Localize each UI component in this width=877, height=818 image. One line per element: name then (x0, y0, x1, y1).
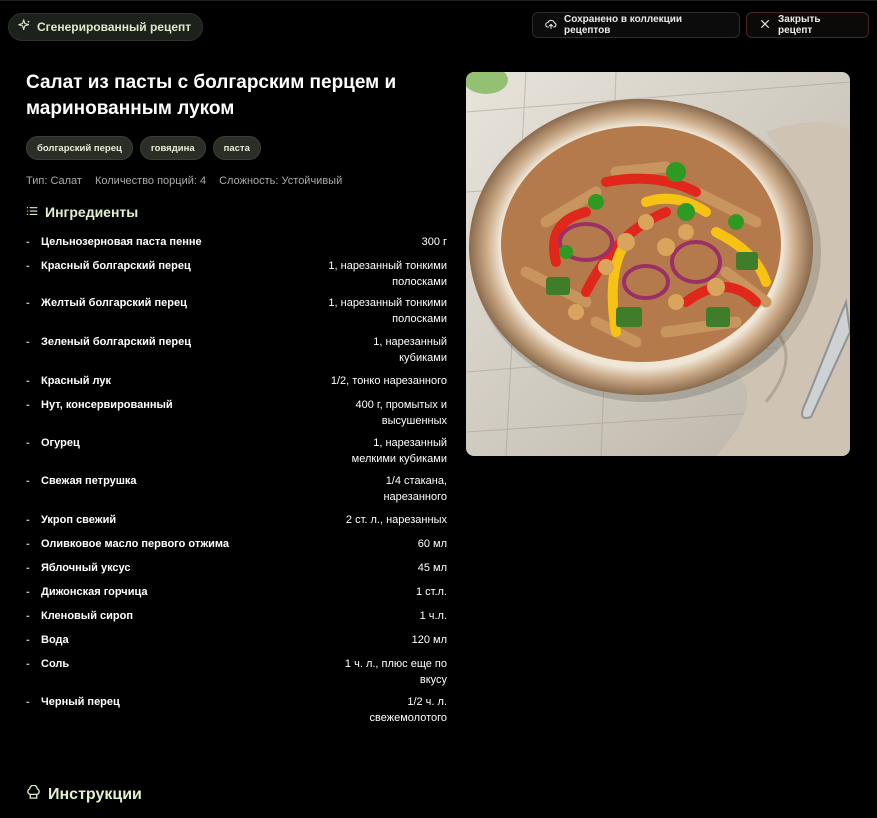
saved-label: Сохранено в коллекции рецептов (564, 14, 683, 36)
top-divider (0, 0, 877, 1)
ingredient-name: Цельнозерновая паста пенне (41, 236, 202, 248)
ingredient-amount: 1/2 ч. л. свежемолотого (369, 696, 447, 724)
ingredient-name: Укроп свежий (41, 514, 117, 526)
close-recipe-button[interactable]: Закрыть рецепт (746, 12, 869, 38)
instructions-heading: Инструкции (26, 784, 142, 805)
ingredient-amount: 1 ст.л. (415, 586, 447, 598)
meta-type: Тип: Салат (26, 175, 82, 187)
tag-chip[interactable]: болгарский перец (26, 136, 133, 160)
tag-chip[interactable]: говядина (139, 136, 206, 160)
ingredient-name: Красный болгарский перец (41, 260, 191, 272)
bullet-dash: - (26, 336, 30, 348)
meta-difficulty: Сложность: Устойчивый (219, 175, 343, 187)
sparkle-icon (18, 19, 31, 35)
badge-label: Сгенерированный рецепт (37, 20, 192, 34)
ingredient-amount: 300 г (421, 236, 447, 248)
ingredient-amount: 1/2, тонко нарезанного (330, 375, 447, 387)
ingredient-name: Нут, консервированный (41, 399, 173, 411)
ingredient-name: Дижонская горчица (41, 586, 148, 598)
bullet-dash: - (26, 696, 30, 708)
ingredient-amount: 1, нарезанный тонкими полосками (328, 260, 447, 288)
tag-chip[interactable]: паста (212, 136, 261, 160)
bullet-dash: - (26, 236, 30, 248)
chef-hat-icon (26, 784, 41, 805)
tag-list: болгарский перец говядина паста (26, 136, 261, 160)
bullet-dash: - (26, 586, 30, 598)
ingredient-name: Красный лук (41, 375, 111, 387)
ingredient-name: Вода (41, 634, 69, 646)
ingredient-amount: 120 мл (411, 634, 447, 646)
recipe-photo (466, 72, 850, 456)
bullet-dash: - (26, 399, 30, 411)
ingredient-name: Желтый болгарский перец (41, 297, 187, 309)
ingredient-amount: 60 мл (417, 538, 447, 550)
ingredient-name: Зеленый болгарский перец (41, 336, 192, 348)
bullet-dash: - (26, 562, 30, 574)
close-label: Закрыть рецепт (778, 14, 821, 36)
ingredient-amount: 2 ст. л., нарезанных (345, 514, 447, 526)
ingredients-heading-label: Ингредиенты (45, 204, 139, 220)
ingredient-amount: 1 ч. л., плюс еще по вкусу (344, 658, 447, 686)
bullet-dash: - (26, 375, 30, 387)
saved-to-collection-button[interactable]: Сохранено в коллекции рецептов (532, 12, 740, 38)
ingredient-amount: 1, нарезанный кубиками (373, 336, 447, 364)
bullet-dash: - (26, 538, 30, 550)
ingredient-name: Огурец (41, 437, 80, 449)
cloud-upload-icon (545, 18, 557, 33)
ingredient-amount: 1/4 стакана, нарезанного (383, 475, 447, 503)
bullet-dash: - (26, 610, 30, 622)
bullet-dash: - (26, 260, 30, 272)
ingredient-name: Оливковое масло первого отжима (41, 538, 230, 550)
instructions-heading-label: Инструкции (48, 786, 142, 803)
ingredients-heading: Ингредиенты (26, 204, 138, 220)
ingredient-name: Яблочный уксус (41, 562, 131, 574)
ingredient-name: Черный перец (41, 696, 120, 708)
ingredient-name: Свежая петрушка (41, 475, 137, 487)
ingredient-amount: 1, нарезанный мелкими кубиками (351, 437, 447, 465)
recipe-title: Салат из пасты с болгарским перцем и мар… (26, 72, 397, 119)
bullet-dash: - (26, 634, 30, 646)
recipe-meta: Тип: Салат Количество порций: 4 Сложност… (26, 175, 342, 187)
bullet-dash: - (26, 437, 30, 449)
bullet-dash: - (26, 297, 30, 309)
ingredient-amount: 1, нарезанный тонкими полосками (328, 297, 447, 325)
ingredient-amount: 1 ч.л. (419, 610, 447, 622)
close-icon (759, 18, 771, 33)
ingredient-name: Кленовый сироп (41, 610, 133, 622)
meta-servings: Количество порций: 4 (94, 175, 207, 187)
list-icon (26, 204, 38, 220)
generated-recipe-badge: Сгенерированный рецепт (8, 13, 204, 41)
bullet-dash: - (26, 658, 30, 670)
bullet-dash: - (26, 475, 30, 487)
bullet-dash: - (26, 514, 30, 526)
ingredient-name: Соль (41, 658, 70, 670)
ingredient-amount: 400 г, промытых и высушенных (355, 399, 448, 427)
ingredient-amount: 45 мл (417, 562, 447, 574)
